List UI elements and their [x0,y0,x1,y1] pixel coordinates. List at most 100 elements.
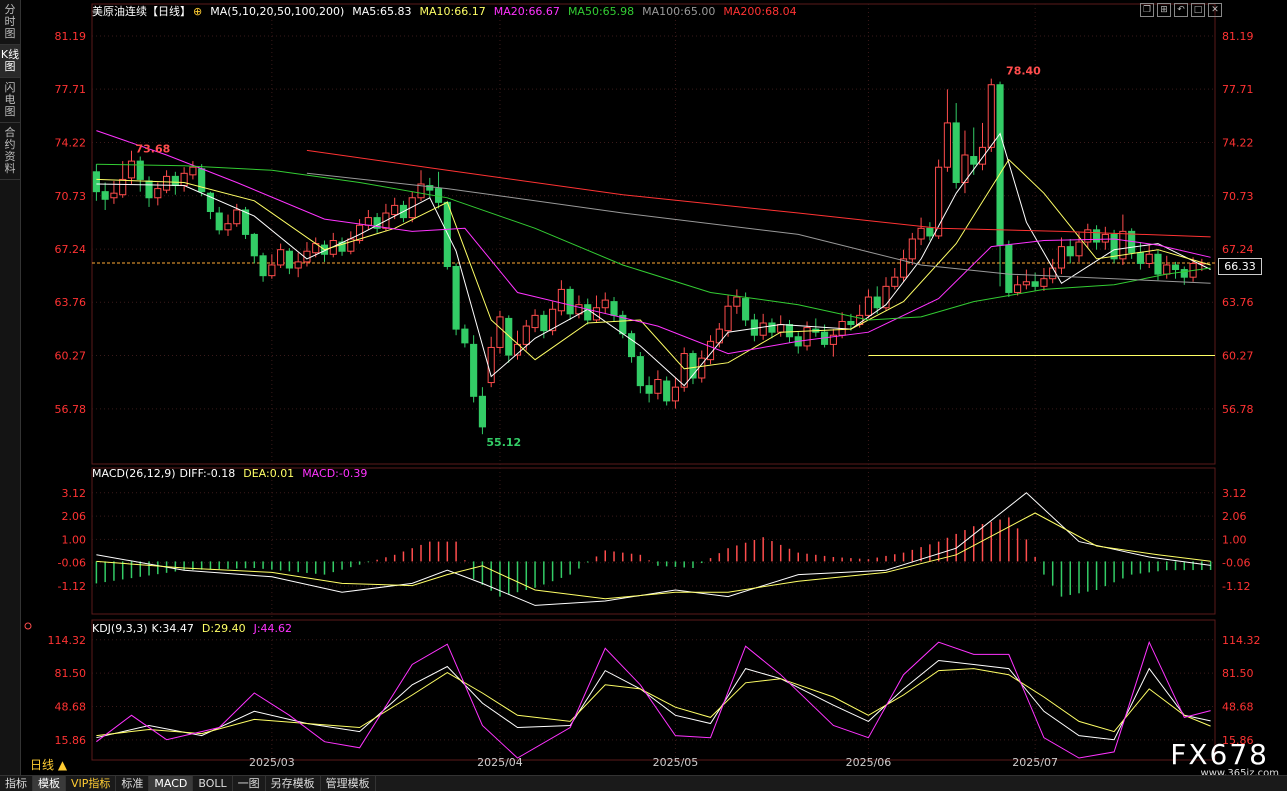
macd-ytick-right: -0.06 [1222,557,1250,570]
tab-indicator[interactable]: 指标 [0,776,33,791]
tab-boll[interactable]: BOLL [193,776,233,791]
tab-macd[interactable]: MACD [149,776,194,791]
kdj-j-line [96,640,1211,759]
candle-up [654,379,662,394]
candle-down [505,317,513,356]
tab-one-chart[interactable]: 一图 [233,776,266,791]
candle-up [110,192,118,199]
main-ytick-right: 60.27 [1222,350,1254,363]
tab-template[interactable]: 模板 [33,776,66,791]
tab-vip-indicator[interactable]: VIP指标 [66,776,117,791]
tab-standard[interactable]: 标准 [116,776,150,791]
candle-down [1005,244,1013,293]
candle-down [584,304,592,321]
candle-down [768,322,776,333]
sidebar-item-flash[interactable]: 闪电图 [0,78,20,123]
kdj-ytick-right: 48.68 [1222,701,1254,714]
candle-up [224,223,232,231]
kdj-d: D:29.40 [201,622,246,635]
kdj-settings-icon [24,622,32,630]
period-selector[interactable]: 日线 ▲ [30,756,67,773]
macd-ytick-left: -1.12 [58,580,86,593]
candle-up [1014,284,1022,293]
candle-down [873,296,881,309]
candle-up [294,261,302,269]
candle-up [180,172,188,187]
candle-down [1110,233,1118,260]
undo-icon[interactable]: ↶ [1174,3,1188,17]
candle-down [215,212,223,231]
candle-up [531,314,539,329]
candle-down [171,175,179,187]
macd-ytick-right: 2.06 [1222,510,1247,523]
restore-window-icon[interactable]: ❐ [1140,3,1154,17]
ma-line-ma20 [96,130,1211,355]
sidebar-item-contract[interactable]: 合约资料 [0,123,20,180]
main-ytick-right: 63.76 [1222,296,1254,309]
macd-info-line: MACD(26,12,9) DIFF:-0.18 DEA:0.01 MACD:-0.3… [92,467,375,480]
ma-value-1: MA10:66.17 [419,5,486,18]
sidebar-item-kline[interactable]: K线图 [0,45,20,78]
brand-logo: FX678 [1170,738,1269,771]
main-ytick-left: 56.78 [55,403,87,416]
candle-down [101,191,109,200]
tab-manage-template[interactable]: 管理模板 [321,776,376,791]
candle-down [136,160,144,180]
candle-up [680,353,688,388]
grid-layout-icon[interactable]: ⊞ [1157,3,1171,17]
candle-down [847,320,855,326]
candle-up [1049,267,1057,280]
close-icon[interactable]: ✕ [1208,3,1222,17]
main-ytick-left: 60.27 [55,350,87,363]
candle-down [996,84,1004,246]
candle-down [1092,229,1101,243]
candle-up [189,166,197,176]
kdj-k-line [96,659,1211,741]
candle-up [1022,281,1030,286]
kline-chart-svg[interactable]: 81.19 81.19 77.71 77.71 74.22 74.22 70.73 70.73… [20,0,1287,775]
main-ytick-left: 74.22 [55,136,87,149]
candle-up [127,160,136,179]
macd-ytick-right: 1.00 [1222,533,1247,546]
candle-up [163,175,171,191]
main-ytick-left: 67.24 [55,243,87,256]
candle-down [1171,264,1180,271]
candle-up [759,322,767,336]
bottom-tab-bar: 指标 模板 VIP指标 标准 MACD BOLL 一图 另存模板 管理模板 [0,775,1287,791]
ma-value-3: MA50:65.98 [567,5,635,18]
candle-up [557,288,565,312]
candle-down [478,395,486,428]
kdj-ytick-right: 81.50 [1222,667,1254,680]
candle-down [540,314,548,332]
tab-save-template[interactable]: 另存模板 [266,776,321,791]
candle-up [154,188,162,199]
macd-ytick-left: 2.06 [62,510,87,523]
candle-up [364,217,372,226]
settings-gear-icon[interactable]: ⊕ [193,5,202,18]
candle-down [952,122,960,183]
candle-down [610,301,618,316]
ma-values: MA5:65.83 MA10:66.17 MA20:66.67 MA50:65.98 M… [352,5,804,18]
macd-dea-line [96,512,1211,600]
maximize-icon[interactable]: □ [1191,3,1205,17]
sidebar-item-timeshare[interactable]: 分时图 [0,0,20,45]
main-info-line: 美原油连续【日线】 ⊕ MA(5,10,20,50,100,200) MA5:65.8… [92,3,813,19]
kdj-ytick-left: 81.50 [55,667,87,680]
candle-up [733,296,741,307]
macd-ytick-left: -0.06 [58,557,86,570]
candle-down [1066,246,1074,257]
chart-title: 美原油连续【日线】 [92,5,191,18]
candle-up [978,146,987,165]
candle-up [777,324,785,333]
current-price-box: 66.33 [1218,258,1262,275]
kdj-ytick-left: 114.32 [48,634,87,647]
candle-down [461,328,469,344]
annotation-low: 55.12 [486,436,521,449]
candle-down [452,265,460,330]
macd-label: MACD(26,12,9) [92,467,176,480]
candle-up [987,84,995,148]
macd-ytick-left: 1.00 [62,533,87,546]
x-tick-label: 2025/04 [477,756,523,769]
candle-down [1031,281,1039,287]
chart-area[interactable]: 81.19 81.19 77.71 77.71 74.22 74.22 70.73 70.73… [20,0,1287,775]
